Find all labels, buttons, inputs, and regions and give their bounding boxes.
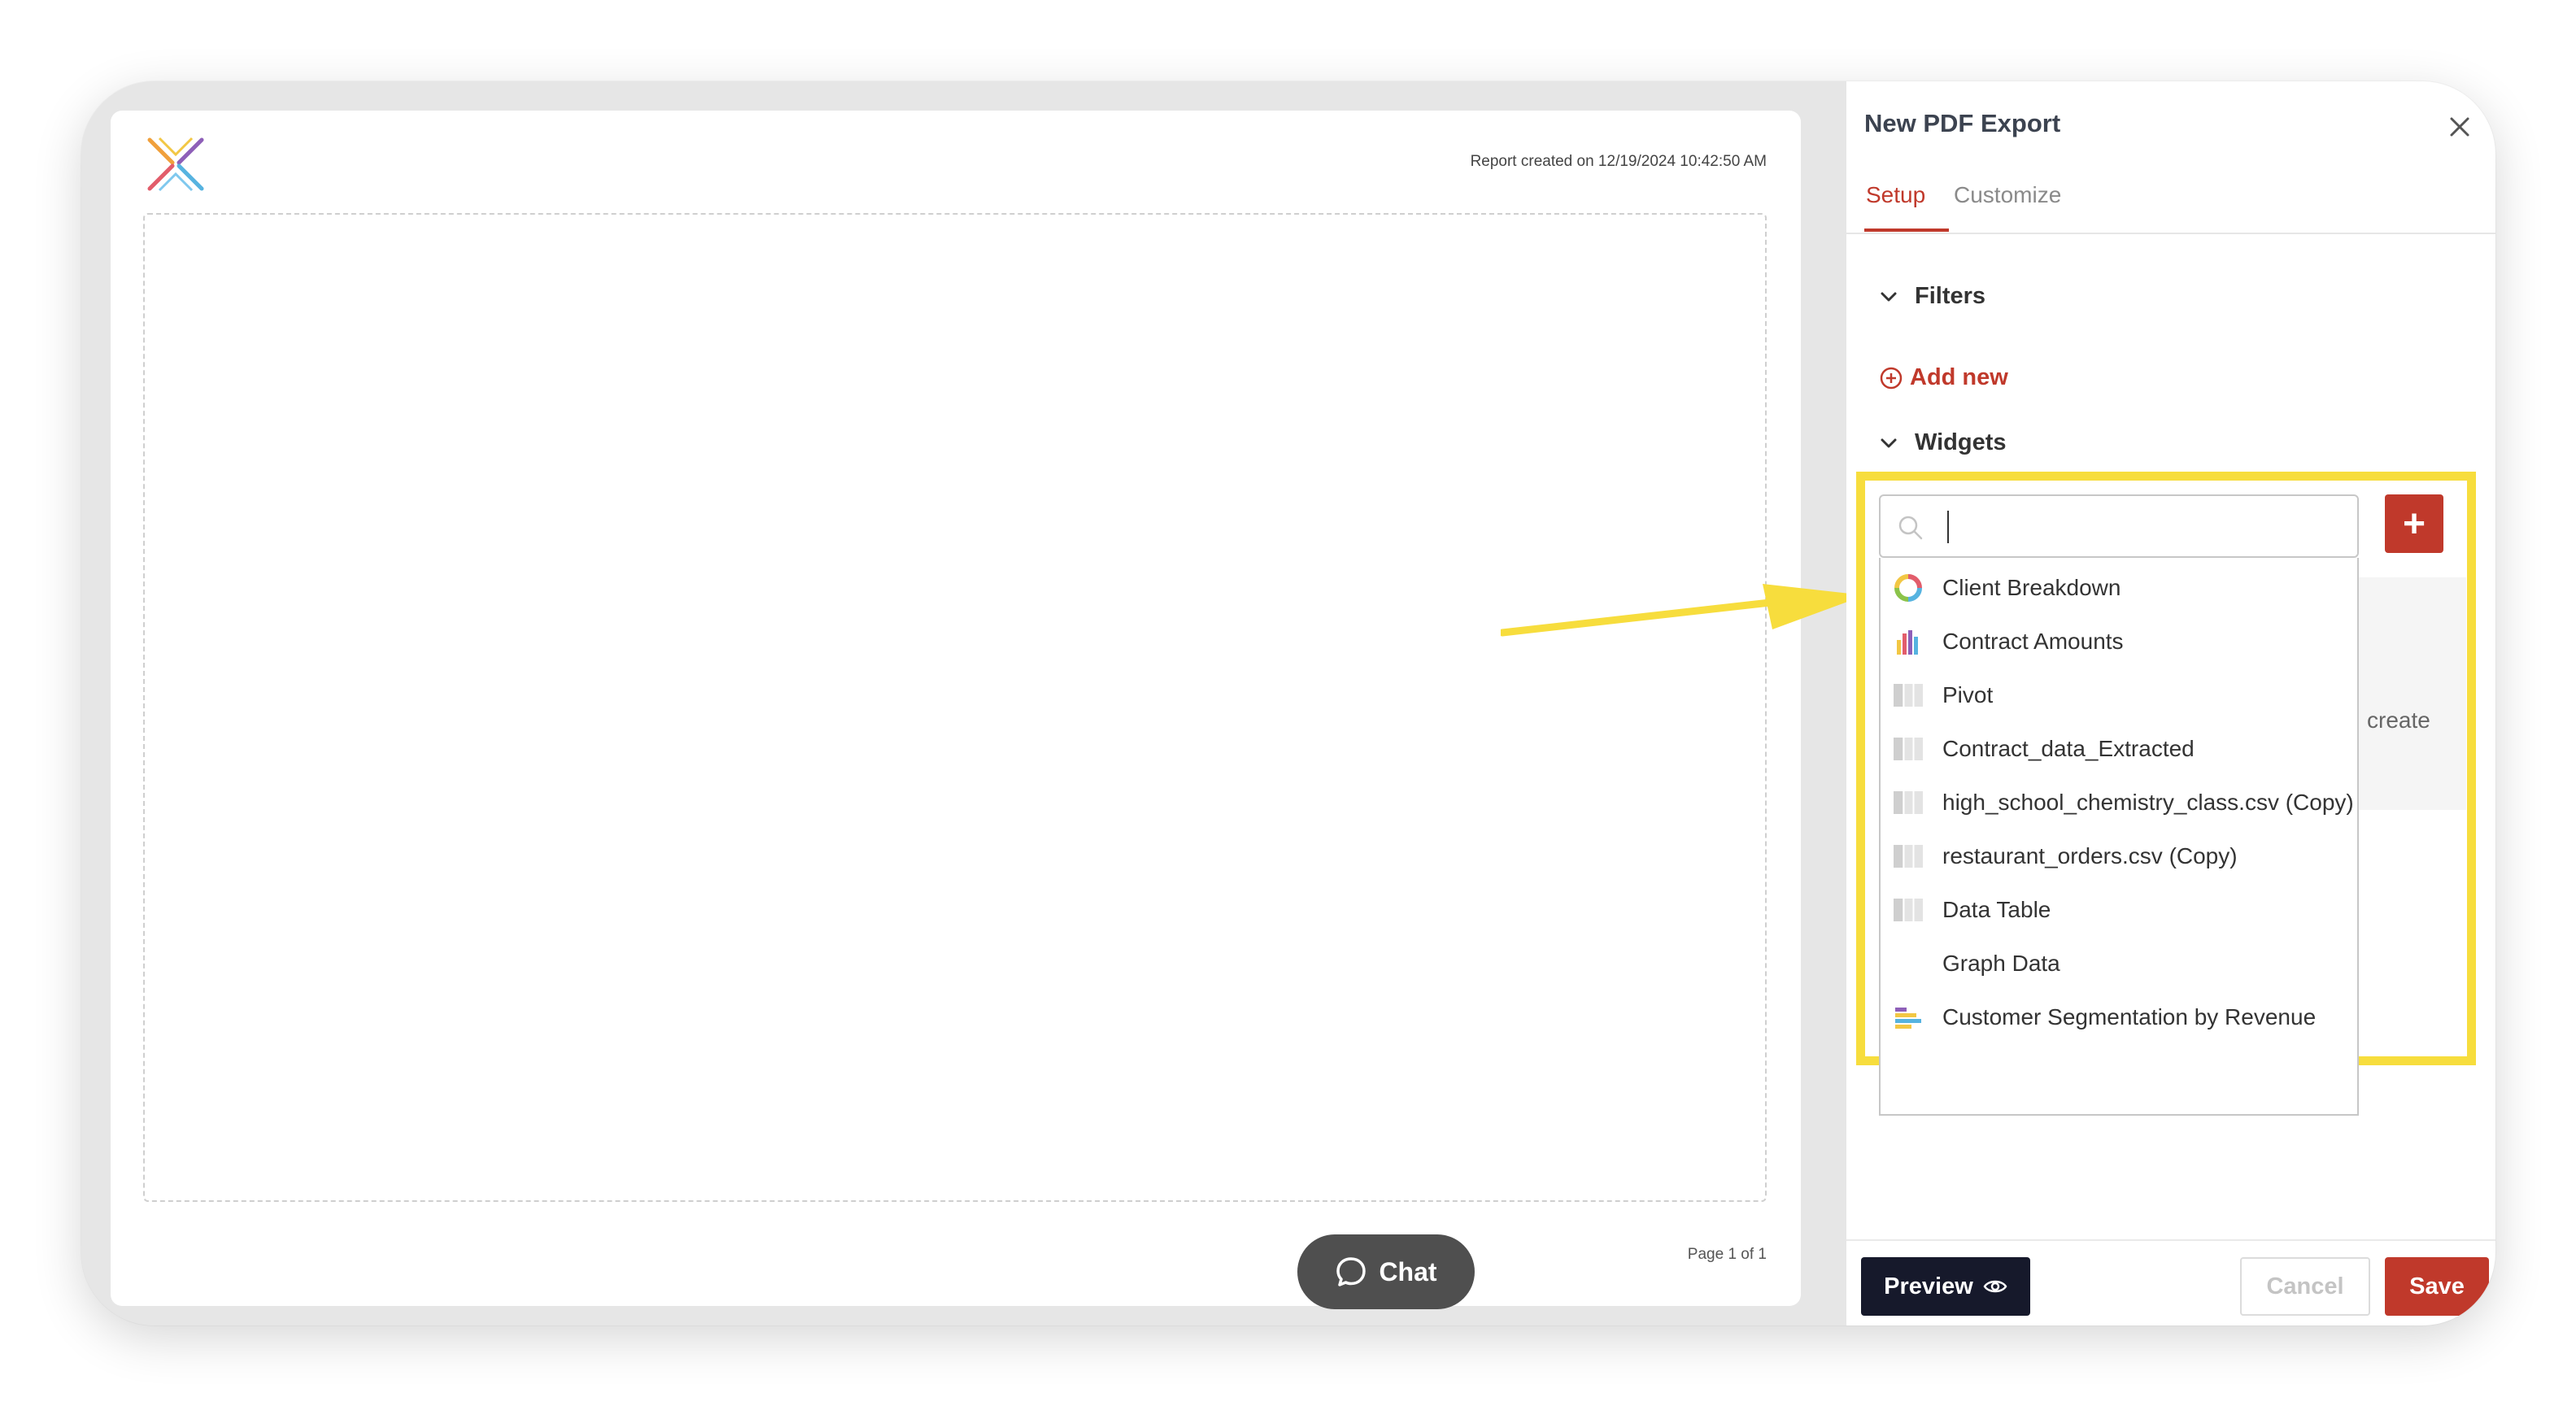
table-icon <box>1894 845 1923 868</box>
preview-button-label: Preview <box>1884 1273 1973 1299</box>
table-icon <box>1894 684 1923 707</box>
cancel-button[interactable]: Cancel <box>2240 1257 2370 1316</box>
list-item-label: Customer Segmentation by Revenue <box>1942 1004 2317 1029</box>
chevron-down-icon <box>1881 292 1897 301</box>
widget-search-field[interactable] <box>1879 494 2359 558</box>
eye-icon <box>1983 1280 2007 1293</box>
footer-divider <box>1846 1239 2495 1241</box>
horizontal-bar-chart-icon <box>1895 1008 1921 1029</box>
table-icon <box>1894 899 1923 921</box>
list-item[interactable]: high_school_chemistry_class.csv (Copy) <box>1881 776 2357 829</box>
donut-chart-icon <box>1894 574 1922 602</box>
table-icon <box>1894 791 1923 814</box>
chat-button[interactable]: Chat <box>1297 1234 1475 1309</box>
add-widget-button[interactable]: + <box>2385 494 2443 553</box>
list-item-label: Client Breakdown <box>1942 575 2121 600</box>
list-item-label: Contract_data_Extracted <box>1942 736 2195 761</box>
list-item-label: high_school_chemistry_class.csv (Copy) <box>1942 790 2354 815</box>
list-item-label: Data Table <box>1942 897 2051 922</box>
chat-button-label: Chat <box>1379 1256 1437 1286</box>
add-filter-button[interactable]: Add new <box>1879 364 2008 391</box>
brand-logo-icon <box>147 137 204 192</box>
report-page: Report created on 12/19/2024 10:42:50 AM… <box>111 111 1801 1306</box>
list-item[interactable]: Contract_data_Extracted <box>1881 722 2357 776</box>
search-icon <box>1898 516 1923 540</box>
panel-title: New PDF Export <box>1864 109 2061 137</box>
list-item-label: Graph Data <box>1942 951 2060 976</box>
list-item[interactable]: Customer Segmentation by Revenue <box>1881 990 2357 1044</box>
active-tab-indicator <box>1864 229 1949 232</box>
list-item[interactable]: Contract Amounts <box>1881 615 2357 668</box>
add-new-label: Add new <box>1910 364 2008 390</box>
report-content-dropzone[interactable] <box>143 213 1767 1202</box>
bar-chart-icon <box>1897 630 1918 655</box>
table-icon <box>1894 738 1923 760</box>
chevron-down-icon <box>1881 438 1897 447</box>
filters-section-toggle[interactable]: Filters <box>1877 283 1985 310</box>
pdf-export-panel: New PDF Export Setup Customize Filters A… <box>1846 81 2495 1325</box>
list-item[interactable]: Graph Data <box>1881 937 2357 990</box>
list-item-label: restaurant_orders.csv (Copy) <box>1942 843 2238 868</box>
tab-divider <box>1846 233 2495 234</box>
list-item[interactable]: Pivot <box>1881 668 2357 722</box>
report-created-text: Report created on 12/19/2024 10:42:50 AM <box>1470 153 1767 170</box>
preview-button[interactable]: Preview <box>1861 1257 2030 1316</box>
list-item[interactable]: restaurant_orders.csv (Copy) <box>1881 829 2357 883</box>
annotation-arrow-icon <box>1501 584 1865 637</box>
filters-heading: Filters <box>1915 283 1986 309</box>
close-icon[interactable] <box>2445 112 2474 141</box>
list-item[interactable]: Client Breakdown <box>1881 561 2357 615</box>
widget-dropdown-list: Client Breakdown Contract Amounts Pivot … <box>1879 558 2359 1116</box>
chat-bubble-icon <box>1336 1257 1366 1286</box>
plus-circle-icon <box>1880 367 1903 389</box>
tab-setup[interactable]: Setup <box>1866 182 1925 208</box>
list-item[interactable]: Data Table <box>1881 883 2357 937</box>
widgets-heading: Widgets <box>1915 429 2007 455</box>
widget-search-input[interactable] <box>1942 507 2341 545</box>
page-number: Page 1 of 1 <box>1687 1246 1767 1263</box>
save-button[interactable]: Save <box>2385 1257 2489 1316</box>
report-canvas-area: Report created on 12/19/2024 10:42:50 AM… <box>81 81 1865 1325</box>
widgets-section-toggle[interactable]: Widgets <box>1877 429 2007 456</box>
plus-icon: + <box>2402 502 2426 546</box>
app-window: Report created on 12/19/2024 10:42:50 AM… <box>81 81 2495 1325</box>
list-item-label: Contract Amounts <box>1942 629 2124 654</box>
tab-customize[interactable]: Customize <box>1954 182 2061 208</box>
text-cursor <box>1947 511 1949 543</box>
list-item-label: Pivot <box>1942 682 1994 707</box>
